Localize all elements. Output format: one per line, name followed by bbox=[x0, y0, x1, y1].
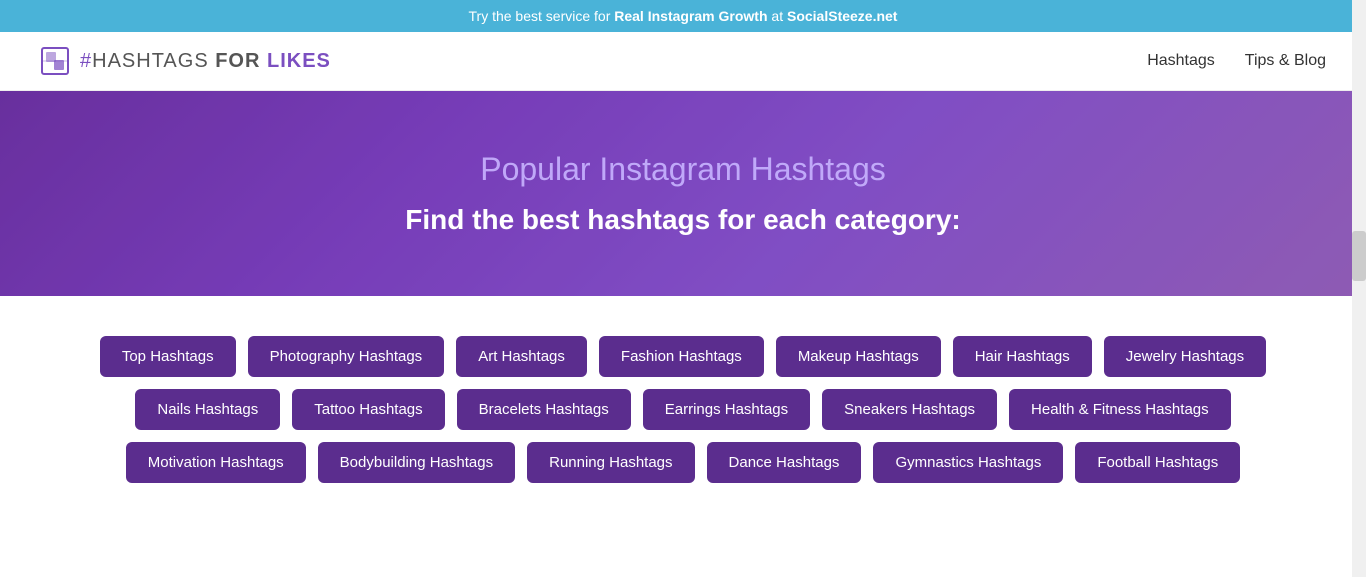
category-button[interactable]: Makeup Hashtags bbox=[776, 336, 941, 377]
hero-section: Popular Instagram Hashtags Find the best… bbox=[0, 91, 1366, 296]
category-button[interactable]: Top Hashtags bbox=[100, 336, 236, 377]
category-button[interactable]: Art Hashtags bbox=[456, 336, 587, 377]
category-button[interactable]: Dance Hashtags bbox=[707, 442, 862, 483]
category-button[interactable]: Tattoo Hashtags bbox=[292, 389, 444, 430]
hero-title: Find the best hashtags for each category… bbox=[405, 204, 960, 236]
category-button[interactable]: Nails Hashtags bbox=[135, 389, 280, 430]
category-button[interactable]: Sneakers Hashtags bbox=[822, 389, 997, 430]
category-button[interactable]: Motivation Hashtags bbox=[126, 442, 306, 483]
nav-hashtags[interactable]: Hashtags bbox=[1147, 52, 1215, 70]
category-button[interactable]: Jewelry Hashtags bbox=[1104, 336, 1266, 377]
categories-section: Top Hashtags Photography Hashtags Art Hash… bbox=[0, 296, 1366, 503]
category-button[interactable]: Gymnastics Hashtags bbox=[873, 442, 1063, 483]
category-button[interactable]: Running Hashtags bbox=[527, 442, 694, 483]
logo-link[interactable]: #HASHTAGS FOR LIKES bbox=[40, 46, 331, 76]
header: #HASHTAGS FOR LIKES Hashtags Tips & Blog bbox=[0, 32, 1366, 91]
logo-text: #HASHTAGS FOR LIKES bbox=[80, 50, 331, 73]
nav-blog[interactable]: Tips & Blog bbox=[1245, 52, 1326, 70]
banner-text: Try the best service for Real Instagram … bbox=[469, 8, 898, 24]
category-button[interactable]: Earrings Hashtags bbox=[643, 389, 810, 430]
category-button[interactable]: Health & Fitness Hashtags bbox=[1009, 389, 1231, 430]
scrollbar-track[interactable] bbox=[1352, 0, 1366, 577]
category-button[interactable]: Football Hashtags bbox=[1075, 442, 1240, 483]
scrollbar-thumb[interactable] bbox=[1352, 231, 1366, 281]
category-button[interactable]: Hair Hashtags bbox=[953, 336, 1092, 377]
category-button[interactable]: Photography Hashtags bbox=[248, 336, 445, 377]
logo-icon bbox=[40, 46, 70, 76]
nav: Hashtags Tips & Blog bbox=[1147, 52, 1326, 70]
category-button[interactable]: Bracelets Hashtags bbox=[457, 389, 631, 430]
top-banner: Try the best service for Real Instagram … bbox=[0, 0, 1366, 32]
category-button[interactable]: Fashion Hashtags bbox=[599, 336, 764, 377]
category-button[interactable]: Bodybuilding Hashtags bbox=[318, 442, 515, 483]
hero-subtitle: Popular Instagram Hashtags bbox=[480, 151, 886, 188]
